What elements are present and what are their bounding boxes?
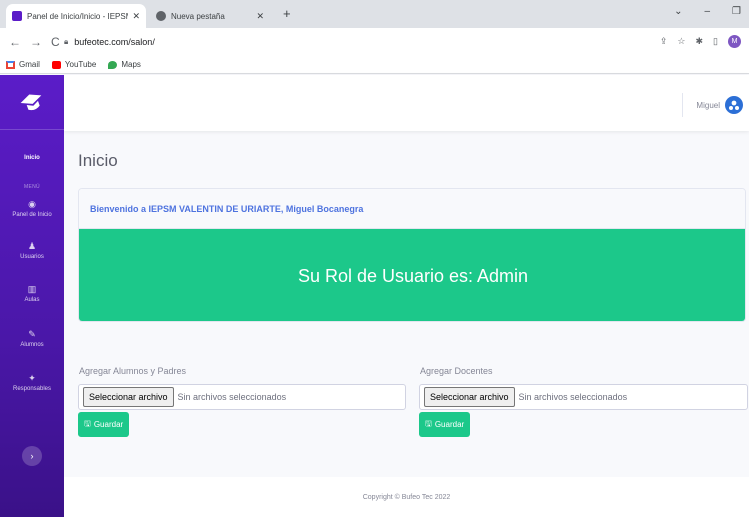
bookmark-gmail[interactable]: Gmail — [6, 60, 40, 69]
user-icon: ♟ — [27, 241, 37, 251]
choose-file-button[interactable]: Seleccionar archivo — [424, 387, 515, 407]
dashboard-icon: ◉ — [28, 199, 36, 209]
topbar-divider — [682, 93, 684, 117]
tab-search-icon[interactable]: ⌄ — [674, 6, 682, 17]
tab-title: Nueva pestaña — [171, 11, 225, 21]
brand-logo[interactable] — [0, 75, 64, 130]
sidebar-item-usuarios[interactable]: ♟ Usuarios — [0, 241, 64, 260]
forward-icon[interactable]: → — [30, 35, 42, 49]
upload-docentes-file-input[interactable]: Seleccionar archivo Sin archivos selecci… — [419, 384, 748, 410]
welcome-message: Bienvenido a IEPSM VALENTIN DE URIARTE, … — [79, 189, 745, 229]
sidebar-item-alumnos[interactable]: ✎ Alumnos — [0, 329, 64, 348]
maximize-icon[interactable]: ❐ — [732, 6, 741, 17]
extensions-icon[interactable]: ✱ — [696, 36, 704, 47]
new-tab-button[interactable]: + — [283, 6, 291, 21]
page-title: Inicio — [78, 151, 118, 170]
copyright-text: Copyright © Bufeo Tec 2022 — [362, 493, 451, 501]
browser-tab[interactable]: Nueva pestaña ✕ — [150, 4, 270, 28]
address-bar: ← → C 🔒︎ bufeotec.com/salon/ ⇪ ☆ ✱ ▯ M — [0, 28, 749, 56]
save-icon: 🖫︎ — [84, 418, 91, 428]
save-docentes-button[interactable]: 🖫︎ Guardar — [419, 412, 471, 437]
welcome-card: Bienvenido a IEPSM VALENTIN DE URIARTE, … — [78, 188, 746, 322]
user-menu[interactable]: Miguel — [682, 93, 743, 117]
browser-tab-active[interactable]: Panel de Inicio/Inicio - IEPSM VA ✕ — [6, 4, 146, 28]
sidebar-toggle-button[interactable]: › — [22, 446, 42, 466]
url-text: bufeotec.com/salon/ — [74, 37, 155, 47]
profile-avatar[interactable]: M — [728, 35, 741, 48]
file-status: Sin archivos seleccionados — [518, 392, 628, 402]
save-icon: 🖫︎ — [425, 418, 432, 428]
sidebar-section-heading: MENÚ — [24, 184, 40, 190]
upload-alumnos-file-input[interactable]: Seleccionar archivo Sin archivos selecci… — [78, 384, 406, 410]
sidebar-item-aulas[interactable]: ▥ Aulas — [0, 284, 64, 303]
footer: Copyright © Bufeo Tec 2022 — [64, 477, 749, 517]
bookmark-youtube[interactable]: YouTube — [51, 60, 96, 69]
bookmark-star-icon[interactable]: ☆ — [677, 36, 685, 47]
reload-icon[interactable]: C — [51, 35, 60, 49]
newtab-favicon-icon — [156, 11, 166, 21]
url-field[interactable]: 🔒︎ bufeotec.com/salon/ — [64, 33, 624, 51]
upload-alumnos-label: Agregar Alumnos y Padres — [79, 366, 187, 376]
tab-close-icon[interactable]: ✕ — [256, 11, 264, 22]
page-favicon-icon — [12, 11, 22, 21]
guardian-icon: ✦ — [28, 373, 36, 383]
user-name: Miguel — [696, 100, 720, 110]
user-avatar-icon — [725, 96, 743, 114]
upload-docentes-label: Agregar Docentes — [420, 366, 493, 376]
bookmark-maps[interactable]: Maps — [108, 60, 141, 69]
youtube-icon — [51, 60, 61, 69]
tab-close-icon[interactable]: ✕ — [132, 11, 140, 22]
lock-icon: 🔒︎ — [64, 37, 69, 46]
topbar: Miguel — [64, 75, 749, 131]
sidebar-item-responsables[interactable]: ✦ Responsables — [0, 373, 64, 392]
window-controls: ⌄ – ❐ — [674, 6, 741, 17]
choose-file-button[interactable]: Seleccionar archivo — [83, 387, 174, 407]
bookmarks-bar: Gmail YouTube Maps — [0, 56, 749, 74]
tab-title: Panel de Inicio/Inicio - IEPSM VA — [27, 11, 128, 21]
role-banner: Su Rol de Usuario es: Admin — [79, 229, 745, 321]
minimize-icon[interactable]: – — [704, 6, 710, 17]
building-icon: ▥ — [27, 284, 37, 294]
toolbar-icons: ⇪ ☆ ✱ ▯ M — [660, 35, 741, 48]
save-alumnos-button[interactable]: 🖫︎ Guardar — [78, 412, 130, 437]
graduation-cap-icon — [20, 94, 42, 111]
maps-icon — [108, 60, 118, 69]
sidebar: Inicio MENÚ ◉ Panel de Inicio ♟ Usuarios… — [0, 75, 64, 517]
share-icon[interactable]: ⇪ — [660, 36, 668, 47]
back-icon[interactable]: ← — [9, 35, 21, 49]
sidepanel-icon[interactable]: ▯ — [713, 36, 718, 47]
browser-tab-bar: Panel de Inicio/Inicio - IEPSM VA ✕ Nuev… — [0, 0, 749, 28]
student-icon: ✎ — [28, 329, 36, 339]
sidebar-item-panel[interactable]: ◉ Panel de Inicio — [0, 199, 64, 218]
file-status: Sin archivos seleccionados — [177, 392, 287, 402]
sidebar-item-inicio[interactable]: Inicio — [0, 155, 64, 161]
gmail-icon — [6, 60, 15, 69]
